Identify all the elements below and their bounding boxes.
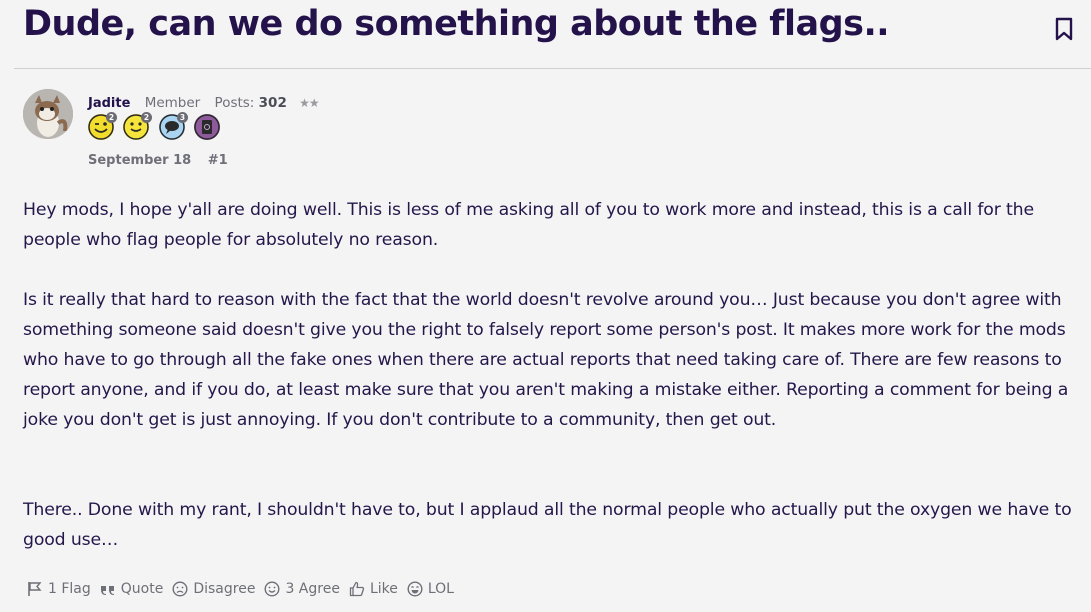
disagree-button[interactable]: Disagree: [172, 581, 255, 597]
bookmark-icon[interactable]: [1054, 17, 1074, 41]
flag-label: 1 Flag: [48, 581, 91, 597]
flag-button[interactable]: 1 Flag: [27, 581, 91, 597]
agree-label: 3 Agree: [285, 581, 340, 597]
laughing-face-icon: [407, 581, 423, 597]
quote-icon: [100, 586, 114, 595]
lol-label: LOL: [427, 581, 454, 597]
book-badge-icon[interactable]: [194, 114, 220, 140]
post-date-row: September 18 #1: [88, 153, 228, 168]
post-paragraph: Hey mods, I hope y'all are doing well. T…: [23, 200, 1034, 250]
post-paragraph: There.. Done with my rant, I shouldn't h…: [23, 500, 1072, 550]
posts-count: 302: [258, 95, 287, 111]
smiling-face-badge-icon[interactable]: 2: [123, 112, 152, 140]
badge-count: 2: [106, 112, 117, 123]
badge-count: 2: [141, 112, 152, 123]
rank-stars-icon: ★★: [299, 96, 319, 110]
quote-label: Quote: [120, 581, 164, 597]
quote-button[interactable]: Quote: [100, 581, 164, 597]
posts-label: Posts:: [214, 95, 255, 111]
reaction-bar: 1 Flag Quote Disagree 3 Agree Like LOL: [27, 581, 463, 597]
thread-title: Dude, can we do something about the flag…: [23, 4, 890, 44]
author-name[interactable]: Jadite: [88, 96, 130, 111]
speech-bubble-badge-icon[interactable]: 3: [159, 112, 188, 140]
flag-icon: [28, 582, 42, 596]
disagree-label: Disagree: [193, 581, 256, 597]
badge-count: 3: [177, 112, 188, 123]
post-author-meta: Jadite Member Posts: 302 ★★: [88, 95, 320, 111]
agree-button[interactable]: 3 Agree: [264, 581, 340, 597]
title-divider: [14, 68, 1091, 69]
winking-face-badge-icon[interactable]: 2: [88, 112, 117, 140]
like-button[interactable]: Like: [349, 581, 398, 597]
post-paragraph: Is it really that hard to reason with th…: [23, 290, 1069, 430]
avatar[interactable]: [23, 89, 73, 139]
post-date[interactable]: September 18: [88, 153, 191, 168]
frown-icon: [172, 581, 188, 597]
post-number[interactable]: #1: [208, 153, 228, 168]
smile-icon: [264, 581, 280, 597]
lol-button[interactable]: LOL: [407, 581, 454, 597]
thumbs-up-icon: [349, 581, 365, 597]
author-role: Member: [144, 95, 201, 111]
like-label: Like: [369, 581, 398, 597]
